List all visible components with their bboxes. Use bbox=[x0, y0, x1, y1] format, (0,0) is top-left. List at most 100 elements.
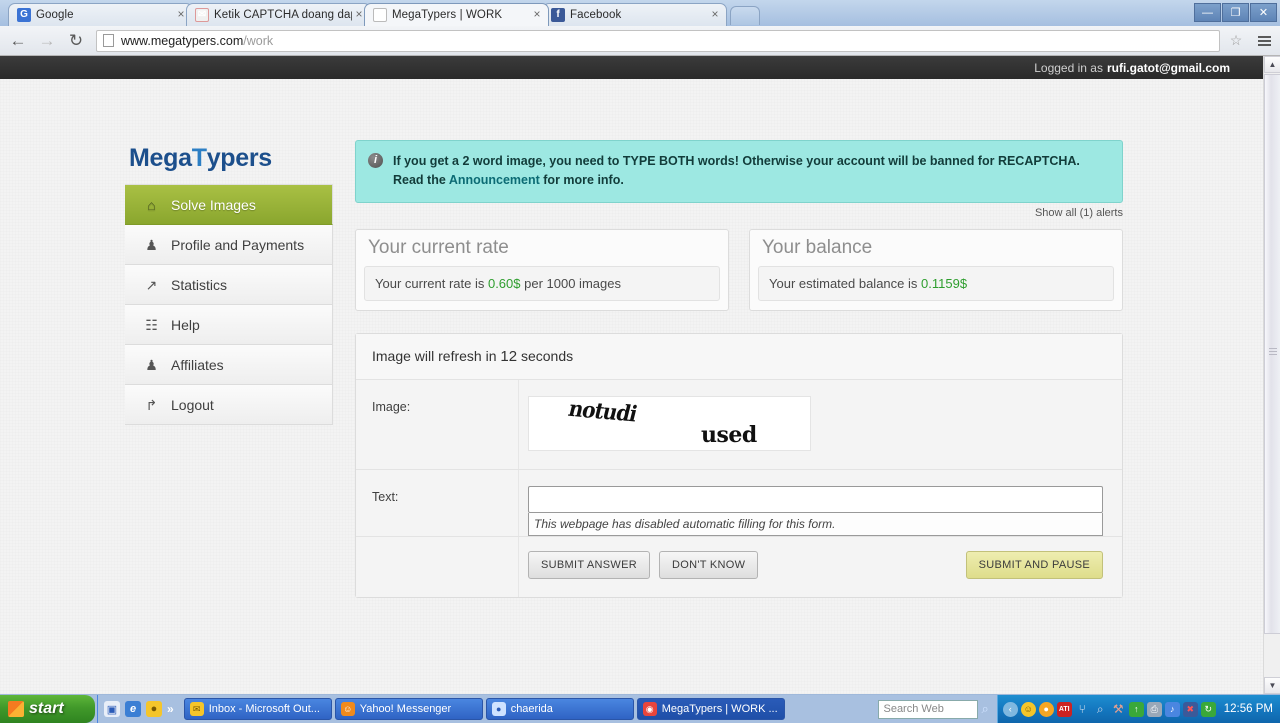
text-row: Text: This webpage has disabled automati… bbox=[356, 469, 1122, 537]
back-icon[interactable]: ← bbox=[6, 29, 30, 53]
sidebar-item-logout[interactable]: ↱ Logout bbox=[125, 385, 333, 425]
close-icon[interactable]: × bbox=[530, 8, 544, 22]
panel-title: Your balance bbox=[762, 236, 873, 258]
search-web-input[interactable]: Search Web bbox=[878, 699, 979, 719]
internet-explorer-icon[interactable]: e bbox=[125, 701, 141, 717]
submit-answer-button[interactable]: SUBMIT ANSWER bbox=[528, 550, 650, 579]
sidebar-item-statistics[interactable]: ↗ Statistics bbox=[125, 265, 333, 305]
autofill-disabled-note: This webpage has disabled automatic fill… bbox=[528, 512, 1103, 536]
outlook-icon: ✉ bbox=[189, 702, 204, 716]
orange-page-icon: ✉ bbox=[195, 8, 209, 22]
document-icon bbox=[373, 8, 387, 22]
tab-title: Facebook bbox=[570, 9, 622, 21]
taskbar-item-chaerida[interactable]: ● chaerida bbox=[485, 698, 634, 720]
sidebar-item-help[interactable]: ☷ Help bbox=[125, 305, 333, 345]
address-bar[interactable]: www.megatypers.com /work bbox=[96, 29, 1220, 52]
logo-part-ypers: ypers bbox=[206, 143, 273, 172]
sidebar-item-label: Solve Images bbox=[171, 196, 256, 213]
panel-body: Your current rate is 0.60$ per 1000 imag… bbox=[364, 265, 720, 301]
minimize-button[interactable]: — bbox=[1194, 3, 1221, 22]
taskbar-item-label: Yahoo! Messenger bbox=[359, 703, 452, 715]
wireless-network-tray-icon[interactable]: ⑂ bbox=[1075, 702, 1090, 717]
close-window-button[interactable]: ✕ bbox=[1250, 3, 1277, 22]
text-field: This webpage has disabled automatic fill… bbox=[519, 469, 1122, 536]
work-card: Image will refresh in 12 seconds Image: … bbox=[355, 332, 1123, 598]
page-info-icon[interactable] bbox=[103, 34, 114, 47]
refresh-suffix: seconds bbox=[517, 347, 574, 364]
window-controls: — ❐ ✕ bbox=[1194, 3, 1277, 22]
recaptcha-warning-alert: i If you get a 2 word image, you need to… bbox=[355, 140, 1123, 203]
dont-know-button[interactable]: DON'T KNOW bbox=[659, 550, 759, 579]
close-icon[interactable]: × bbox=[708, 8, 722, 22]
scroll-up-icon[interactable]: ▲ bbox=[1264, 56, 1280, 73]
taskbar-window-buttons: ✉ Inbox - Microsoft Out... ☺ Yahoo! Mess… bbox=[180, 695, 997, 723]
sidebar: Mega Typers ⌂ Solve Images ♟ Profile and … bbox=[125, 132, 333, 425]
scroll-down-icon[interactable]: ▼ bbox=[1264, 677, 1280, 694]
chrome-browser-window: G Google × ✉ Ketik CAPTCHA doang dapat ×… bbox=[0, 0, 1280, 695]
buttons-field: SUBMIT ANSWER DON'T KNOW SUBMIT AND PAUS… bbox=[519, 536, 1122, 597]
network-disconnected-tray-icon[interactable]: ✖ bbox=[1182, 701, 1198, 717]
logo-part-mega: Mega bbox=[129, 143, 192, 172]
quick-launch-overflow-icon[interactable]: » bbox=[167, 702, 174, 716]
sidebar-item-profile-and-payments[interactable]: ♟ Profile and Payments bbox=[125, 225, 333, 265]
balance-value: 0.1159$ bbox=[921, 275, 968, 291]
sidebar-item-solve-images[interactable]: ⌂ Solve Images bbox=[125, 185, 333, 225]
search-tray-icon[interactable]: ⌕ bbox=[1093, 702, 1108, 717]
show-hidden-icons-button[interactable]: ‹ bbox=[1002, 701, 1018, 717]
balance-panel: Your balance Your estimated balance is 0… bbox=[749, 228, 1123, 311]
antivirus-tray-icon[interactable]: ↑ bbox=[1128, 701, 1144, 717]
current-rate-panel: Your current rate Your current rate is 0… bbox=[355, 228, 729, 311]
scrollbar-thumb[interactable] bbox=[1264, 74, 1280, 634]
captcha-image: notudi used bbox=[528, 395, 811, 451]
browser-tab-megatypers[interactable]: MegaTypers | WORK × bbox=[364, 3, 549, 26]
page-viewport: Logged in as rufi.gatot@gmail.com Mega Ty… bbox=[0, 56, 1280, 694]
bookmark-star-icon[interactable]: ☆ bbox=[1225, 32, 1247, 49]
sidebar-item-label: Help bbox=[171, 316, 200, 333]
vertical-scrollbar[interactable]: ▲ ▼ bbox=[1263, 56, 1280, 694]
megatypers-logo[interactable]: Mega Typers bbox=[125, 132, 333, 184]
ati-catalyst-tray-icon[interactable]: ATI bbox=[1056, 701, 1072, 717]
url-path: /work bbox=[243, 33, 274, 48]
sidebar-item-affiliates[interactable]: ♟ Affiliates bbox=[125, 345, 333, 385]
captcha-word-2: used bbox=[701, 421, 757, 448]
search-icon[interactable]: ⌕ bbox=[981, 701, 988, 717]
submit-and-pause-button[interactable]: SUBMIT AND PAUSE bbox=[965, 550, 1103, 579]
printer-tray-icon[interactable]: ⎙ bbox=[1146, 701, 1162, 717]
taskbar-item-yahoo-messenger[interactable]: ☺ Yahoo! Messenger bbox=[334, 698, 483, 720]
show-desktop-icon[interactable]: ▣ bbox=[104, 701, 120, 717]
update-tray-icon[interactable]: ↻ bbox=[1200, 701, 1216, 717]
announcement-link[interactable]: Announcement bbox=[449, 173, 540, 187]
refresh-countdown: Image will refresh in 12 seconds bbox=[356, 333, 1122, 380]
captcha-answer-input[interactable] bbox=[528, 485, 1103, 513]
scrollbar-grip bbox=[1269, 347, 1277, 355]
volume-tray-icon[interactable]: ♪ bbox=[1164, 701, 1180, 717]
chrome-icon: ◉ bbox=[642, 702, 657, 716]
sidebar-item-label: Affiliates bbox=[171, 356, 224, 373]
user-icon: ♟ bbox=[145, 236, 158, 253]
taskbar-item-outlook[interactable]: ✉ Inbox - Microsoft Out... bbox=[183, 698, 332, 720]
browser-tab-ketik-captcha[interactable]: ✉ Ketik CAPTCHA doang dapat × bbox=[186, 3, 371, 26]
rate-value: 0.60$ bbox=[487, 275, 521, 291]
maximize-button[interactable]: ❐ bbox=[1222, 3, 1249, 22]
start-button[interactable]: start bbox=[0, 695, 95, 723]
url-host: www.megatypers.com bbox=[121, 33, 244, 48]
yahoo-toolbar-tray-icon[interactable]: ● bbox=[1038, 701, 1054, 717]
show-all-alerts-link[interactable]: Show all (1) alerts bbox=[355, 207, 1123, 219]
google-icon: G bbox=[17, 8, 31, 22]
new-tab-button[interactable] bbox=[730, 6, 760, 25]
yahoo-icon[interactable]: ● bbox=[146, 701, 162, 717]
text-label: Text: bbox=[356, 469, 519, 536]
yahoo-messenger-tray-icon[interactable]: ☺ bbox=[1020, 701, 1036, 717]
forward-icon[interactable]: → bbox=[35, 29, 59, 53]
reload-icon[interactable]: ↻ bbox=[64, 29, 88, 53]
tools-tray-icon[interactable]: ⚒ bbox=[1111, 702, 1126, 717]
logged-in-label: Logged in as bbox=[1034, 60, 1103, 75]
taskbar-clock[interactable]: 12:56 PM bbox=[1224, 703, 1273, 715]
browser-tab-google[interactable]: G Google × bbox=[8, 3, 193, 26]
exit-run-icon: ↱ bbox=[145, 396, 158, 413]
taskbar-item-megatypers[interactable]: ◉ MegaTypers | WORK ... bbox=[636, 698, 785, 720]
sidebar-nav: ⌂ Solve Images ♟ Profile and Payments ↗ … bbox=[125, 184, 333, 425]
hamburger-menu-icon[interactable] bbox=[1254, 35, 1274, 46]
summary-panels: Your current rate Your current rate is 0… bbox=[355, 228, 1123, 311]
browser-tab-facebook[interactable]: f Facebook × bbox=[542, 3, 727, 26]
